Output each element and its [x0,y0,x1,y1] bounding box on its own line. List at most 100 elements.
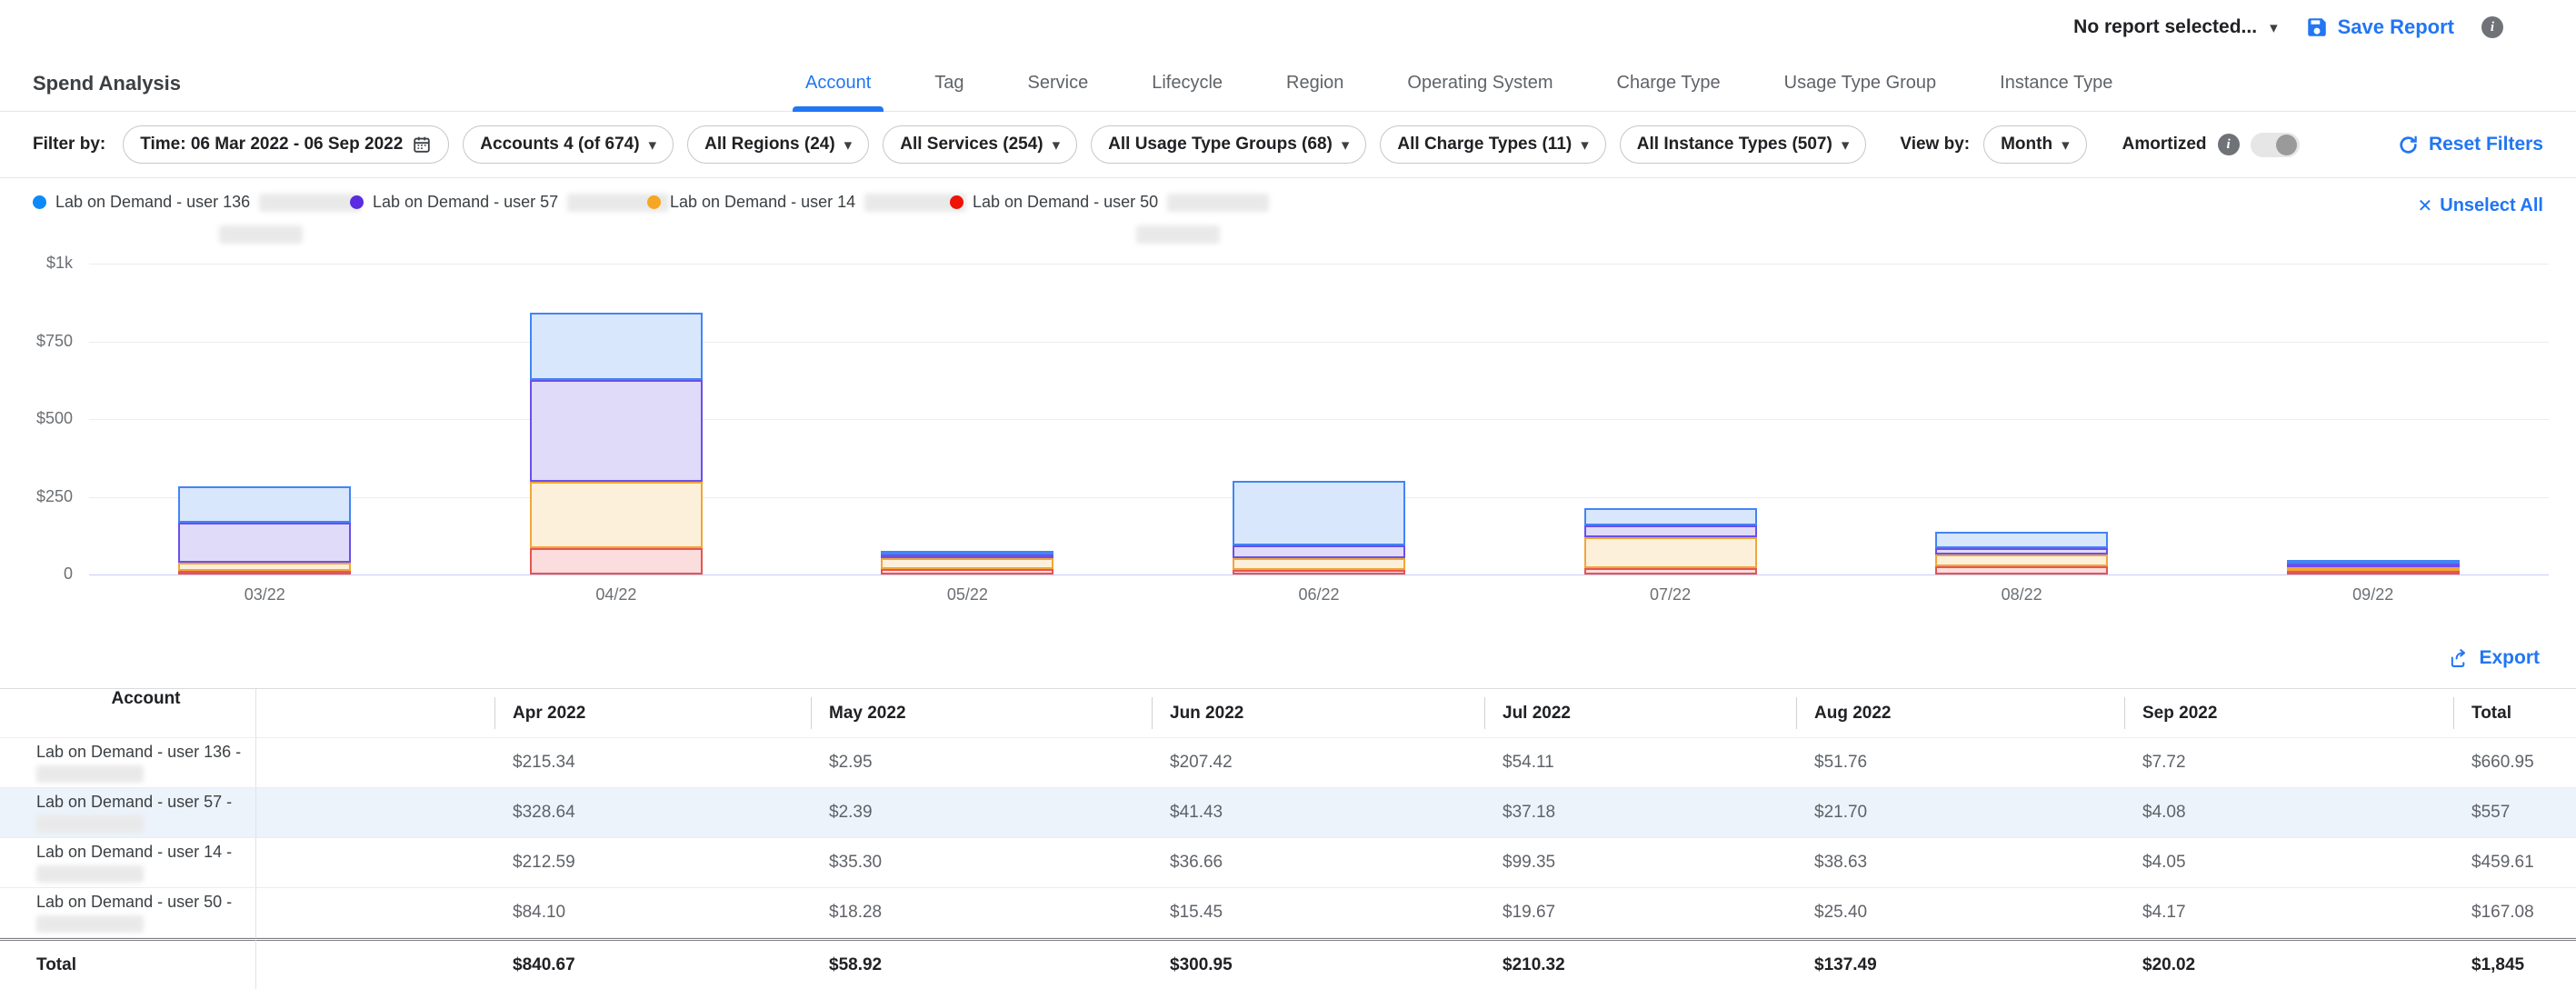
amortized-toggle[interactable] [2251,133,2300,157]
tab-region[interactable]: Region [1273,55,1356,112]
column-header-label: Sep 2022 [2142,704,2217,724]
stacked-bar-04-22[interactable] [530,313,703,574]
table-cell: $557 [2453,788,2576,838]
accounts-filter[interactable]: Accounts 4 (of 674)▾ [463,125,674,164]
usage-type-groups-filter[interactable]: All Usage Type Groups (68)▾ [1091,125,1366,164]
cell-value: $25.40 [1814,903,1867,923]
total-value: $137.49 [1814,955,1877,975]
bar-segment-lab-on-demand-user-50[interactable] [1584,568,1757,574]
table-cell: $215.34 [494,738,811,788]
cell-value: $660.95 [2471,753,2534,773]
stacked-bar-09-22[interactable] [2287,560,2460,574]
table-header-apr-2022[interactable]: Apr 2022 [494,689,811,738]
bar-segment-lab-on-demand-user-50[interactable] [2287,571,2460,574]
export-icon [2449,648,2470,669]
redacted-text [36,865,144,883]
x-axis-tick-label: 04/22 [544,585,689,604]
spend-breakdown-table: AccountApr 2022May 2022Jun 2022Jul 2022A… [0,688,2576,989]
bar-segment-lab-on-demand-user-136[interactable] [1584,508,1757,525]
tab-instance-type[interactable]: Instance Type [1987,55,2125,112]
regions-filter[interactable]: All Regions (24)▾ [687,125,869,164]
unselect-all-button[interactable]: ✕ Unselect All [2417,195,2543,217]
total-value: $840.67 [513,955,575,975]
filter-pill-label: All Charge Types (11) [1397,135,1572,155]
cell-value: $19.67 [1503,903,1555,923]
cell-value: $2.95 [829,753,873,773]
bar-segment-lab-on-demand-user-14[interactable] [1233,558,1405,570]
stacked-bar-08-22[interactable] [1935,532,2108,574]
bar-segment-lab-on-demand-user-50[interactable] [881,569,1053,574]
legend-item-lab-on-demand-user-57[interactable]: Lab on Demand - user 57 [350,193,669,212]
column-header-label: Jun 2022 [1170,704,1243,724]
bar-segment-lab-on-demand-user-136[interactable] [1935,532,2108,548]
table-header-may-2022[interactable]: May 2022 [811,689,1152,738]
save-report-button[interactable]: Save Report [2305,15,2454,39]
table-header-sep-2022[interactable]: Sep 2022 [2124,689,2453,738]
instance-types-filter[interactable]: All Instance Types (507)▾ [1620,125,1867,164]
tab-operating-system[interactable]: Operating System [1394,55,1565,112]
table-total-cell: $840.67 [494,938,811,989]
bar-segment-lab-on-demand-user-50[interactable] [1233,570,1405,574]
cell-value: $37.18 [1503,803,1555,823]
cell-value: $38.63 [1814,853,1867,873]
table-cell: $35.30 [811,838,1152,888]
export-button[interactable]: Export [2449,647,2540,669]
bar-segment-lab-on-demand-user-50[interactable] [178,571,351,574]
bar-segment-lab-on-demand-user-14[interactable] [1584,537,1757,568]
bar-segment-lab-on-demand-user-136[interactable] [178,486,351,523]
stacked-bar-05-22[interactable] [881,551,1053,574]
column-header-label: Jul 2022 [1503,704,1571,724]
cell-value: $41.43 [1170,803,1223,823]
bar-segment-lab-on-demand-user-14[interactable] [1935,554,2108,566]
stacked-bar-03-22[interactable] [178,486,351,574]
table-header-aug-2022[interactable]: Aug 2022 [1796,689,2124,738]
tab-service[interactable]: Service [1015,55,1102,112]
bar-segment-lab-on-demand-user-50[interactable] [1935,566,2108,574]
services-filter[interactable]: All Services (254)▾ [883,125,1077,164]
table-cell: $4.17 [2124,888,2453,938]
reset-filters-button[interactable]: Reset Filters [2397,134,2543,156]
report-selector-dropdown[interactable]: No report selected... ▾ [2073,16,2277,38]
info-icon[interactable]: i [2481,16,2503,38]
bar-segment-lab-on-demand-user-14[interactable] [881,558,1053,569]
legend-item-lab-on-demand-user-14[interactable]: Lab on Demand - user 14 [647,193,966,212]
cell-value: $15.45 [1170,903,1223,923]
y-axis-tick-label: $750 [16,332,73,351]
stacked-bar-06-22[interactable] [1233,481,1405,574]
column-header-label: Aug 2022 [1814,704,1891,724]
bar-segment-lab-on-demand-user-14[interactable] [530,482,703,548]
tab-label: Account [805,73,871,94]
legend-item-label: Lab on Demand - user 136 [55,193,250,212]
view-by-dropdown[interactable]: Month ▾ [1983,125,2087,164]
tab-label: Operating System [1407,73,1553,94]
bar-segment-lab-on-demand-user-57[interactable] [1584,525,1757,537]
bar-segment-lab-on-demand-user-57[interactable] [530,380,703,482]
time-filter[interactable]: Time: 06 Mar 2022 - 06 Sep 2022 [123,125,449,164]
filter-pill-label: All Instance Types (507) [1637,135,1832,155]
bar-segment-lab-on-demand-user-136[interactable] [1233,481,1405,545]
account-name: Lab on Demand - user 136 - [36,743,241,762]
table-header-total[interactable]: Total [2453,689,2576,738]
cell-value: $4.08 [2142,803,2186,823]
tab-account[interactable]: Account [793,55,884,112]
legend-item-lab-on-demand-user-136[interactable]: Lab on Demand - user 136 [33,193,361,212]
tab-usage-type-group[interactable]: Usage Type Group [1772,55,1950,112]
tab-lifecycle[interactable]: Lifecycle [1139,55,1235,112]
charge-types-filter[interactable]: All Charge Types (11)▾ [1380,125,1605,164]
table-header-jul-2022[interactable]: Jul 2022 [1484,689,1796,738]
bar-segment-lab-on-demand-user-14[interactable] [178,563,351,571]
account-name: Lab on Demand - user 14 - [36,843,232,862]
bar-segment-lab-on-demand-user-57[interactable] [1935,548,2108,554]
legend-item-lab-on-demand-user-50[interactable]: Lab on Demand - user 50 [950,193,1269,212]
info-icon[interactable]: i [2218,134,2240,155]
bar-segment-lab-on-demand-user-136[interactable] [530,313,703,380]
bar-segment-lab-on-demand-user-57[interactable] [178,523,351,563]
legend-color-dot [647,195,661,209]
table-header-jun-2022[interactable]: Jun 2022 [1152,689,1484,738]
chevron-down-icon: ▾ [649,137,657,153]
stacked-bar-07-22[interactable] [1584,508,1757,574]
bar-segment-lab-on-demand-user-57[interactable] [1233,545,1405,558]
tab-tag[interactable]: Tag [922,55,976,112]
tab-charge-type[interactable]: Charge Type [1604,55,1733,112]
bar-segment-lab-on-demand-user-50[interactable] [530,548,703,574]
